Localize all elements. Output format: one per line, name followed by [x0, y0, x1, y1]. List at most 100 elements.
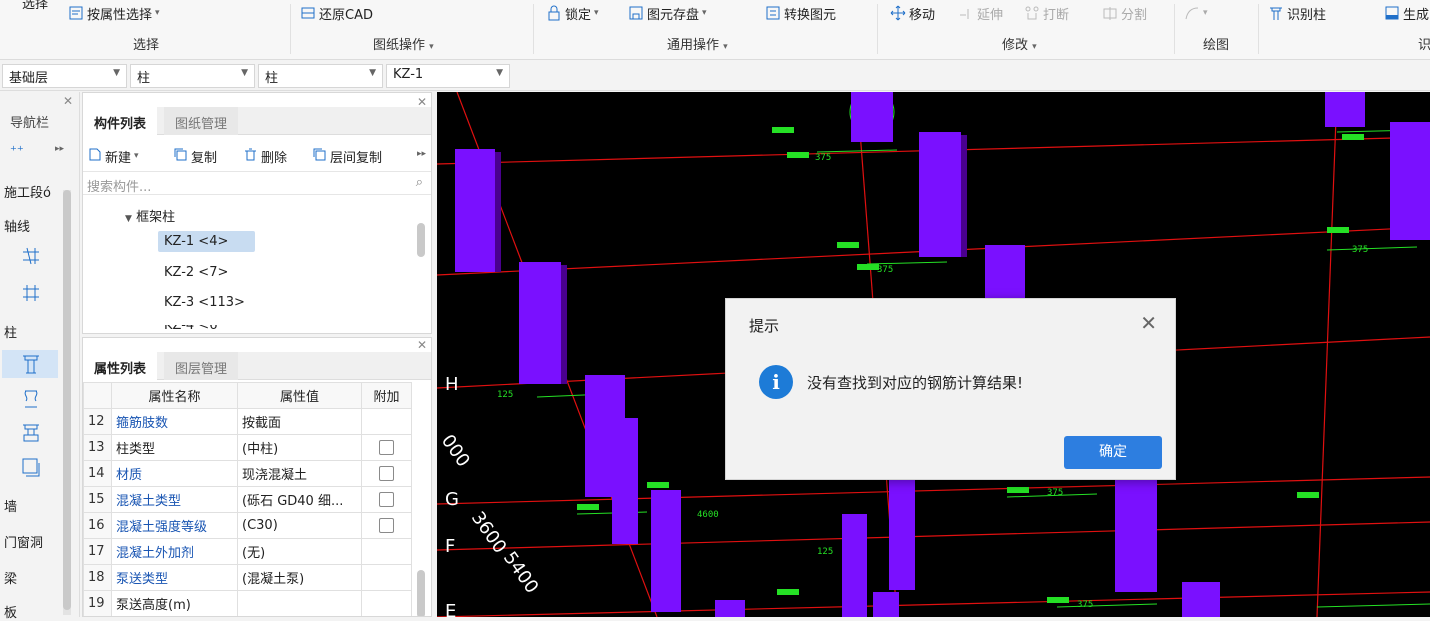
chevron-down-icon: ▾	[134, 151, 139, 161]
property-row[interactable]: 16 混凝土强度等级 (C30)	[83, 512, 412, 539]
property-row[interactable]: 13 柱类型 (中柱)	[83, 434, 412, 461]
close-icon[interactable]: ✕	[63, 94, 73, 108]
property-value[interactable]: 按截面	[237, 408, 362, 435]
column-cover-icon[interactable]	[20, 456, 42, 478]
row-number: 18	[83, 564, 112, 591]
ribbon-divider	[877, 4, 878, 54]
annotation-mark	[777, 589, 799, 595]
nav-scroll-thumb[interactable]	[63, 190, 71, 610]
component-list-panel: ✕ 构件列表 图纸管理 新建 ▾ 复制 删除 层间复制 ▸▸ 搜索构件... ⌕…	[82, 92, 432, 334]
extra-checkbox[interactable]	[379, 518, 394, 533]
property-extra-cell	[361, 512, 412, 539]
chevron-down-icon: ▾	[155, 8, 160, 18]
property-value[interactable]: (砾石 GD40 细...	[237, 486, 362, 513]
close-icon[interactable]: ✕	[417, 338, 427, 352]
ribbon-divider	[1258, 4, 1259, 54]
floor-copy-button[interactable]: 层间复制	[312, 143, 382, 169]
tab-property-list[interactable]: 属性列表	[83, 352, 158, 380]
axis-label-g: G	[445, 489, 459, 510]
component-select[interactable]: KZ-1 ▼	[386, 64, 510, 88]
group-modify[interactable]: 修改 ▾	[1002, 34, 1037, 54]
nav-item-openings[interactable]: 门窗洞	[4, 532, 43, 551]
close-icon[interactable]: ✕	[1140, 311, 1157, 335]
property-row[interactable]: 12 箍筋肢数 按截面	[83, 408, 412, 435]
identify-column-button[interactable]: 识别柱	[1268, 3, 1326, 23]
nav-item-slab[interactable]: 板	[4, 602, 17, 621]
extra-checkbox[interactable]	[379, 466, 394, 481]
column-3d	[1182, 582, 1220, 617]
add-icon[interactable]: ⁺⁺	[10, 144, 24, 159]
nav-item-wall[interactable]: 墙	[4, 496, 17, 515]
nav-scrollbar[interactable]	[63, 190, 71, 615]
ok-button[interactable]: 确定	[1064, 436, 1162, 469]
property-row[interactable]: 17 混凝土外加剂 (无)	[83, 538, 412, 565]
move-button[interactable]: 移动	[890, 3, 935, 23]
property-value[interactable]: (无)	[237, 538, 362, 565]
convert-element-button[interactable]: 转换图元	[765, 3, 836, 23]
type-select[interactable]: 柱 ▼	[258, 64, 383, 88]
extend-button[interactable]: 延伸	[958, 3, 1003, 23]
property-row[interactable]: 14 材质 现浇混凝土	[83, 460, 412, 487]
break-button[interactable]: 打断	[1024, 3, 1069, 23]
tab-layer-management[interactable]: 图层管理	[164, 352, 239, 380]
generate-button[interactable]: 生成	[1384, 3, 1429, 23]
column-icon[interactable]	[20, 353, 42, 375]
tab-drawing-management[interactable]: 图纸管理	[164, 107, 239, 135]
nav-item-construction-section[interactable]: 施工段ó	[4, 182, 51, 201]
component-search-input[interactable]: 搜索构件... ⌕	[83, 171, 431, 195]
property-value[interactable]: (中柱)	[237, 434, 362, 461]
axis-grid-icon[interactable]	[20, 245, 42, 267]
search-placeholder: 搜索构件...	[87, 180, 152, 195]
category-select[interactable]: 柱 ▼	[130, 64, 255, 88]
split-button[interactable]: 分割	[1102, 3, 1147, 23]
nav-item-column[interactable]: 柱	[4, 322, 17, 341]
new-button[interactable]: 新建 ▾	[87, 143, 139, 169]
more-icon[interactable]: ▸▸	[417, 149, 426, 159]
property-extra-cell	[361, 408, 412, 435]
property-value[interactable]	[237, 590, 362, 616]
property-value[interactable]: (C30)	[237, 512, 362, 539]
tab-component-list[interactable]: 构件列表	[83, 107, 158, 135]
copy-button[interactable]: 复制	[173, 143, 217, 169]
property-row[interactable]: 19 泵送高度(m)	[83, 590, 412, 616]
lock-button[interactable]: 锁定 ▾	[546, 3, 599, 23]
chevron-down-icon: ▼	[241, 68, 248, 78]
nav-item-beam[interactable]: 梁	[4, 568, 17, 587]
restore-cad-button[interactable]: 还原CAD	[300, 3, 373, 23]
property-value[interactable]: (混凝土泵)	[237, 564, 362, 591]
property-name: 混凝土强度等级	[111, 512, 238, 539]
property-row[interactable]: 15 混凝土类型 (砾石 GD40 细...	[83, 486, 412, 513]
property-value[interactable]: 现浇混凝土	[237, 460, 362, 487]
tree-item-kz1[interactable]: KZ-1 <4>	[158, 231, 255, 252]
nav-item-axis[interactable]: 轴线	[4, 216, 30, 235]
select-by-attribute-button[interactable]: 按属性选择 ▾	[68, 3, 160, 23]
delete-button[interactable]: 删除	[243, 143, 287, 169]
column-side	[495, 152, 501, 272]
category-select-value: 柱	[137, 71, 151, 86]
property-name: 泵送类型	[111, 564, 238, 591]
annotation-mark	[647, 482, 669, 488]
restore-cad-label: 还原CAD	[319, 7, 373, 23]
floor-select[interactable]: 基础层 ▼	[2, 64, 127, 88]
tree-item-kz4[interactable]: KZ-4 <6	[164, 325, 217, 333]
group-general-ops[interactable]: 通用操作 ▾	[667, 34, 728, 54]
property-table-header: 属性名称 属性值 附加	[83, 382, 412, 409]
delete-label: 删除	[261, 150, 288, 166]
save-element-button[interactable]: 图元存盘 ▾	[628, 3, 707, 23]
column-cap-icon[interactable]	[20, 388, 42, 410]
tree-item-kz3[interactable]: KZ-3 <113>	[164, 295, 245, 310]
expand-icon[interactable]: ▸▸	[55, 144, 64, 154]
column-3d	[455, 149, 495, 272]
property-row[interactable]: 18 泵送类型 (混凝土泵)	[83, 564, 412, 591]
group-drawing-ops[interactable]: 图纸操作 ▾	[373, 34, 434, 54]
tree-scrollbar[interactable]	[417, 223, 425, 257]
extra-checkbox[interactable]	[379, 440, 394, 455]
column-base-icon[interactable]	[20, 422, 42, 444]
tree-item-kz2[interactable]: KZ-2 <7>	[164, 265, 228, 280]
tree-group-frame-column[interactable]: ▼ 框架柱	[125, 206, 175, 225]
grid-icon[interactable]	[20, 282, 42, 304]
draw-arc-button[interactable]: ▾	[1184, 3, 1208, 23]
axis-label-e: E	[445, 601, 456, 617]
property-scrollbar[interactable]	[417, 570, 425, 616]
extra-checkbox[interactable]	[379, 492, 394, 507]
